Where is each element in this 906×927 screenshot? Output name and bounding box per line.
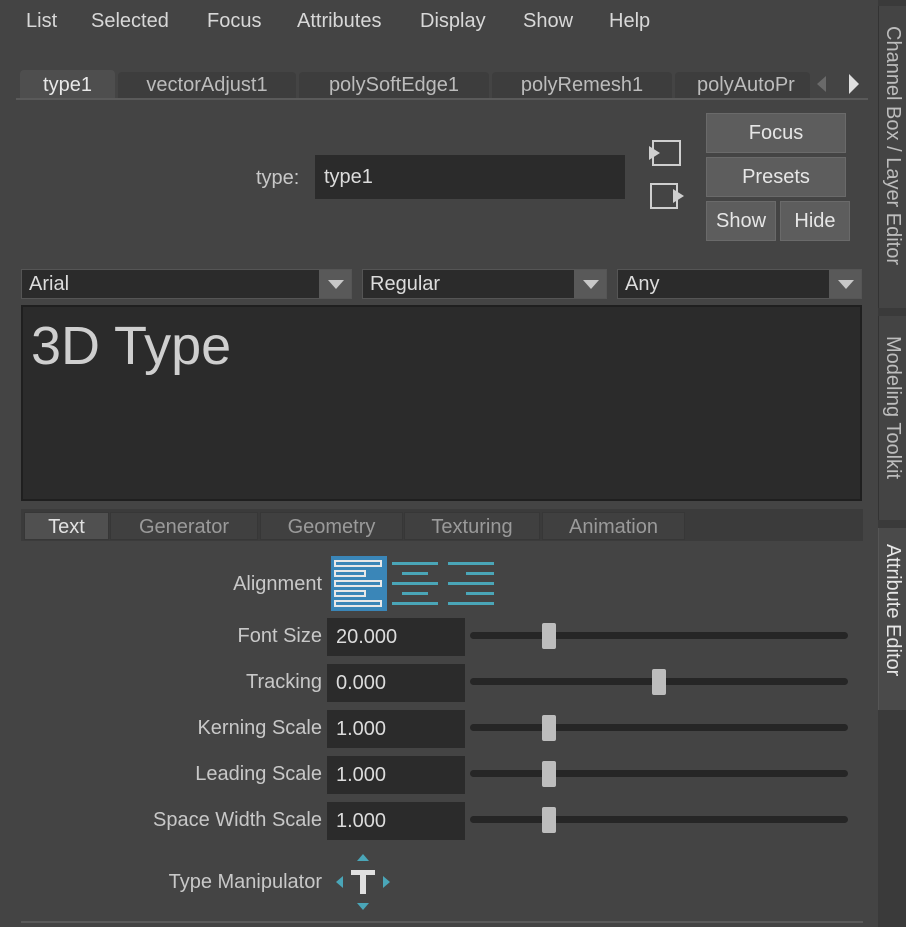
divider <box>21 921 863 923</box>
type-manipulator-icon[interactable] <box>334 852 392 912</box>
font-style-dropdown[interactable]: Regular <box>362 269 607 299</box>
leading-scale-label: Leading Scale <box>195 763 322 785</box>
menu-attributes[interactable]: Attributes <box>297 10 381 33</box>
node-tab-bar: type1 vectorAdjust1 polySoftEdge1 polyRe… <box>16 68 868 100</box>
menu-list[interactable]: List <box>26 10 57 33</box>
chevron-down-icon <box>838 280 854 289</box>
dock-tab-label: Attribute Editor <box>882 544 904 677</box>
kerning-scale-field[interactable]: 1.000 <box>327 710 465 748</box>
font-style-value: Regular <box>370 273 441 295</box>
hide-button[interactable]: Hide <box>780 201 850 241</box>
menu-focus[interactable]: Focus <box>207 10 261 33</box>
tracking-label: Tracking <box>246 671 322 693</box>
tracking-field[interactable]: 0.000 <box>327 664 465 702</box>
copy-tab-icon[interactable] <box>647 180 687 212</box>
tab-text[interactable]: Text <box>24 512 109 540</box>
leading-scale-field[interactable]: 1.000 <box>327 756 465 794</box>
tab-animation[interactable]: Animation <box>542 512 685 540</box>
space-width-scale-slider-handle[interactable] <box>542 807 557 833</box>
alignment-label: Alignment <box>233 573 322 595</box>
space-width-scale-label: Space Width Scale <box>153 809 322 831</box>
font-size-slider[interactable] <box>470 632 848 639</box>
scroll-left-icon[interactable] <box>817 76 826 92</box>
dock-tab-label: Modeling Toolkit <box>882 336 904 480</box>
type-manipulator-label: Type Manipulator <box>168 871 322 893</box>
dropdown-button[interactable] <box>829 270 861 298</box>
menu-show[interactable]: Show <box>523 10 573 33</box>
type-name-field[interactable] <box>315 155 625 199</box>
menu-bar: List Selected Focus Attributes Display S… <box>0 0 878 44</box>
dropdown-button[interactable] <box>574 270 606 298</box>
section-tab-bar: Text Generator Geometry Texturing Animat… <box>21 509 863 541</box>
font-family-value: Arial <box>29 273 70 295</box>
menu-selected[interactable]: Selected <box>91 10 169 33</box>
space-width-scale-slider[interactable] <box>470 816 848 823</box>
tab-polyautopr[interactable]: polyAutoPr <box>675 72 810 98</box>
leading-scale-slider[interactable] <box>470 770 848 777</box>
load-attributes-icon[interactable] <box>647 137 685 169</box>
kerning-scale-slider[interactable] <box>470 724 848 731</box>
show-button[interactable]: Show <box>706 201 776 241</box>
dock-tab-label: Channel Box / Layer Editor <box>882 26 904 266</box>
font-family-dropdown[interactable]: Arial <box>21 269 352 299</box>
type-text-content: 3D Type <box>31 316 232 376</box>
chevron-down-icon <box>583 280 599 289</box>
font-size-field[interactable]: 20.000 <box>327 618 465 656</box>
menu-help[interactable]: Help <box>609 10 650 33</box>
tab-geometry[interactable]: Geometry <box>260 512 403 540</box>
tab-type1[interactable]: type1 <box>20 70 115 100</box>
align-center-icon[interactable] <box>390 556 440 611</box>
align-right-icon[interactable] <box>446 556 496 611</box>
tab-polyremesh1[interactable]: polyRemesh1 <box>492 72 672 98</box>
font-size-slider-handle[interactable] <box>542 623 557 649</box>
scroll-right-icon[interactable] <box>849 74 859 94</box>
menu-display[interactable]: Display <box>420 10 486 33</box>
tab-generator[interactable]: Generator <box>110 512 258 540</box>
presets-button[interactable]: Presets <box>706 157 846 197</box>
align-left-button[interactable] <box>331 556 387 611</box>
dock-tab-modeling-toolkit[interactable]: Modeling Toolkit <box>878 316 906 520</box>
type-label: type: <box>256 167 300 189</box>
tab-polysoftedge1[interactable]: polySoftEdge1 <box>299 72 489 98</box>
dock-tab-attribute-editor[interactable]: Attribute Editor <box>878 528 906 710</box>
dropdown-button[interactable] <box>319 270 351 298</box>
writing-system-dropdown[interactable]: Any <box>617 269 862 299</box>
space-width-scale-field[interactable]: 1.000 <box>327 802 465 840</box>
kerning-scale-slider-handle[interactable] <box>542 715 557 741</box>
leading-scale-slider-handle[interactable] <box>542 761 557 787</box>
tab-vectoradjust1[interactable]: vectorAdjust1 <box>118 72 296 98</box>
tracking-slider-handle[interactable] <box>652 669 666 695</box>
dock-tab-channel-box[interactable]: Channel Box / Layer Editor <box>878 6 906 308</box>
tab-underline <box>16 98 868 100</box>
type-text-input[interactable]: 3D Type <box>21 305 862 501</box>
tab-texturing[interactable]: Texturing <box>404 512 540 540</box>
font-size-label: Font Size <box>237 625 322 647</box>
writing-system-value: Any <box>625 273 660 295</box>
align-left-icon <box>334 560 382 607</box>
focus-button[interactable]: Focus <box>706 113 846 153</box>
chevron-down-icon <box>328 280 344 289</box>
kerning-scale-label: Kerning Scale <box>197 717 322 739</box>
